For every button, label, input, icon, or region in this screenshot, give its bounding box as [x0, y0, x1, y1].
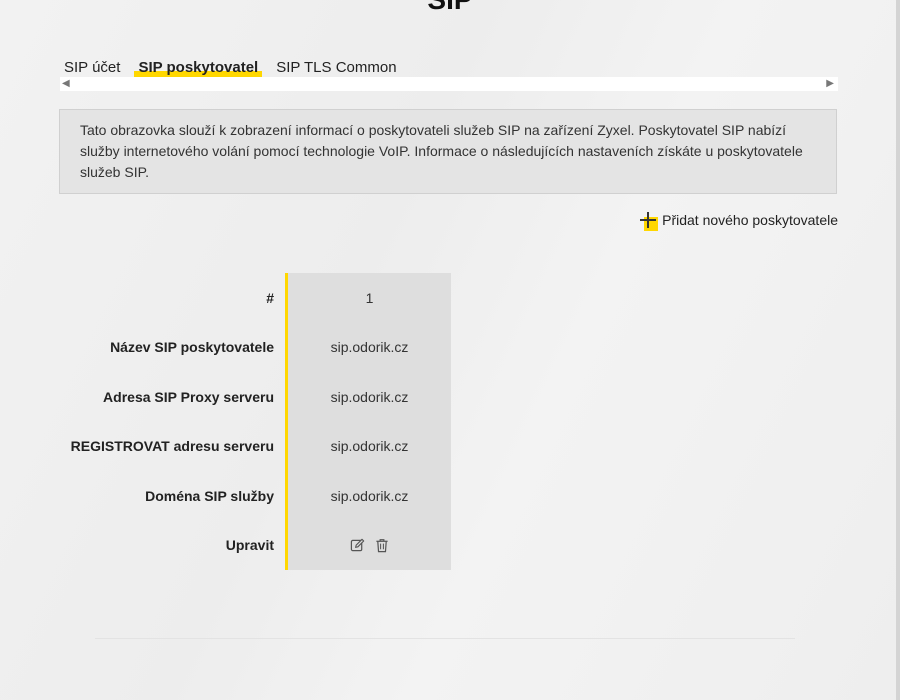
tab-sip-tls-common[interactable]: SIP TLS Common [272, 58, 400, 78]
cell-actions [288, 521, 451, 571]
row-label-register-server: REGISTROVAT adresu serveru [70, 438, 274, 455]
info-panel: Tato obrazovka slouží k zobrazení inform… [59, 109, 837, 194]
provider-column: 1 sip.odorik.cz sip.odorik.cz sip.odorik… [285, 273, 451, 570]
provider-table-labels: # Název SIP poskytovatele Adresa SIP Pro… [40, 273, 280, 570]
footer-divider [95, 638, 795, 639]
row-label-proxy-server: Adresa SIP Proxy serveru [103, 388, 274, 405]
add-provider-button[interactable]: Přidat nového poskytovatele [640, 211, 838, 231]
cell-register-server: sip.odorik.cz [330, 438, 409, 455]
cell-proxy-server: sip.odorik.cz [330, 388, 409, 405]
scroll-left-icon[interactable]: ◀ [62, 78, 70, 90]
window-edge [896, 0, 900, 700]
tab-sip-account[interactable]: SIP účet [60, 58, 124, 78]
add-provider-label: Přidat nového poskytovatele [662, 212, 838, 228]
page-title: SIP [0, 0, 900, 16]
cell-index: 1 [365, 289, 374, 306]
edit-icon[interactable] [350, 538, 365, 553]
cell-sip-domain: sip.odorik.cz [330, 487, 409, 504]
tab-sip-provider[interactable]: SIP poskytovatel [134, 58, 263, 78]
row-label-sip-domain: Doména SIP služby [145, 487, 274, 504]
plus-icon [640, 211, 659, 231]
row-label-provider-name: Název SIP poskytovatele [110, 339, 274, 356]
scroll-right-icon[interactable]: ▶ [826, 78, 834, 90]
row-label-index: # [266, 289, 274, 306]
row-label-edit: Upravit [225, 537, 274, 554]
cell-provider-name: sip.odorik.cz [330, 339, 409, 356]
tab-bar: SIP účet SIP poskytovatel SIP TLS Common [60, 58, 411, 78]
trash-icon[interactable] [375, 538, 389, 553]
tab-scrollbar[interactable]: ◀ ▶ [60, 77, 838, 91]
